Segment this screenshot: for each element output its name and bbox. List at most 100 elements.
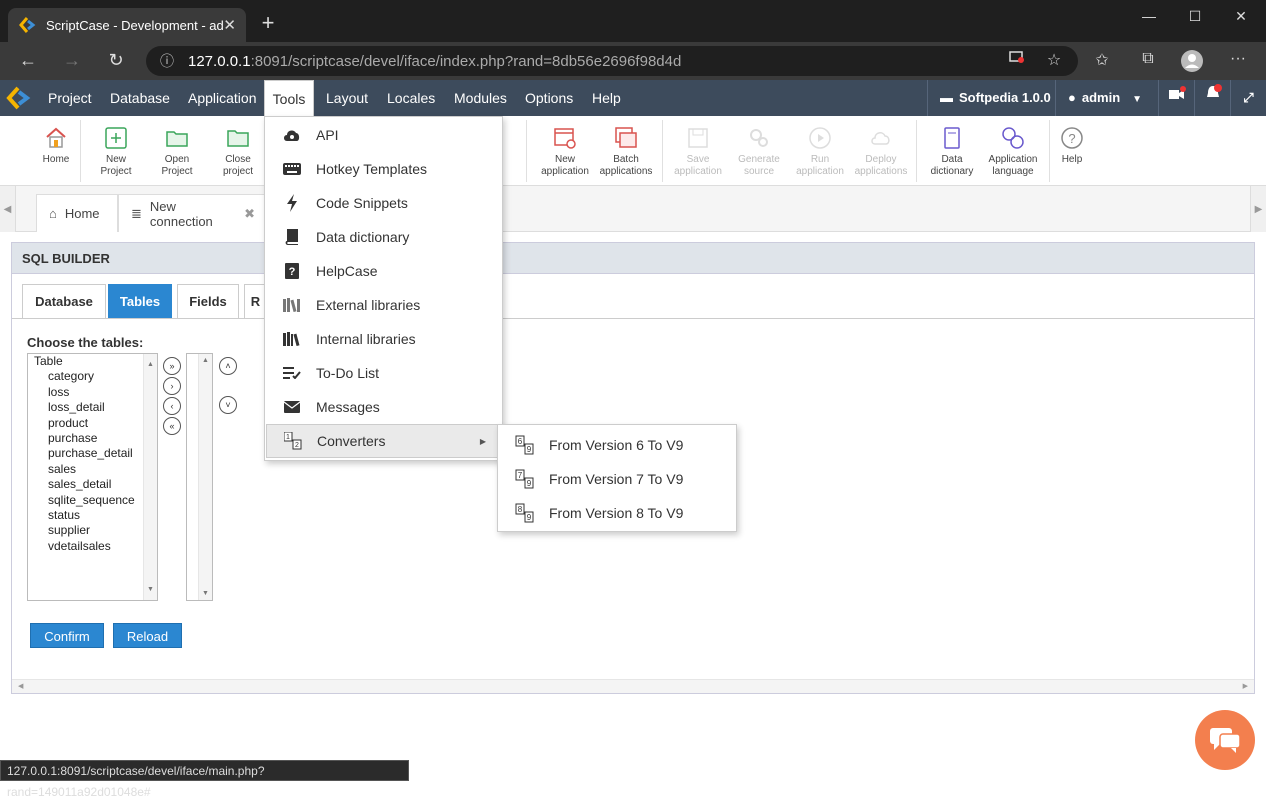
forward-icon[interactable]: → <box>60 50 84 71</box>
project-selector[interactable]: ▬ Softpedia 1.0.0 <box>927 80 1055 116</box>
menu-help[interactable]: Help <box>592 80 621 116</box>
menu-item-external-libraries[interactable]: External libraries <box>265 288 502 322</box>
list-item[interactable]: sqlite_sequence <box>28 493 157 508</box>
tab-home-label: Home <box>64 206 100 221</box>
batch-applications-button[interactable]: Batch applications <box>596 124 656 178</box>
submenu-item-v6-to-v9[interactable]: 69 From Version 6 To V9 <box>498 428 736 462</box>
confirm-button[interactable]: Confirm <box>30 623 104 648</box>
data-dictionary-button[interactable]: Data dictionary <box>922 124 982 178</box>
menu-project[interactable]: Project <box>48 80 92 116</box>
close-tab-icon[interactable]: ✖ <box>244 206 255 222</box>
tab-relationships[interactable]: R <box>244 284 266 319</box>
scriptcase-logo-icon[interactable] <box>6 86 32 110</box>
save-application-button[interactable]: Save application <box>668 124 728 178</box>
camera-blocked-icon[interactable] <box>1005 50 1029 69</box>
menu-item-hotkey-templates[interactable]: Hotkey Templates <box>265 152 502 186</box>
choose-tables-label: Choose the tables: <box>27 335 144 350</box>
list-item[interactable]: purchase <box>28 431 157 446</box>
fullscreen-icon[interactable]: ⤢ <box>1230 80 1266 116</box>
chat-button[interactable] <box>1195 710 1255 770</box>
scroll-right-icon[interactable]: ▶ <box>1250 186 1266 232</box>
version-convert-icon: 79 <box>515 469 534 489</box>
more-options-icon[interactable]: ··· <box>1226 50 1250 68</box>
close-tab-icon[interactable]: ✕ <box>223 16 236 34</box>
available-tables-list[interactable]: Table category loss loss_detail product … <box>27 353 158 601</box>
new-tab-icon[interactable]: + <box>256 10 280 36</box>
tab-new-connection[interactable]: ≣ New connection ✖ <box>118 194 268 232</box>
menu-item-todo-list[interactable]: To-Do List <box>265 356 502 390</box>
selected-tables-list[interactable]: ▲ ▼ <box>186 353 213 601</box>
menu-locales[interactable]: Locales <box>387 80 435 116</box>
browser-tab[interactable]: ScriptCase - Development - adm ✕ <box>8 8 246 42</box>
svg-text:7: 7 <box>518 471 523 480</box>
new-project-button[interactable]: New Project <box>86 124 146 178</box>
new-application-button[interactable]: New application <box>535 124 595 178</box>
move-left-icon[interactable]: ‹ <box>163 397 181 415</box>
menu-options[interactable]: Options <box>525 80 573 116</box>
list-item[interactable]: vdetailsales <box>28 539 157 554</box>
move-up-icon[interactable]: ˄ <box>219 357 237 375</box>
list-item[interactable]: purchase_detail <box>28 446 157 461</box>
minimize-icon[interactable]: — <box>1126 0 1172 32</box>
move-all-right-icon[interactable]: » <box>163 357 181 375</box>
scroll-left-icon[interactable]: ◀ <box>0 186 16 232</box>
list-item[interactable]: sales <box>28 462 157 477</box>
move-right-icon[interactable]: › <box>163 377 181 395</box>
move-all-left-icon[interactable]: « <box>163 417 181 435</box>
app-tab-strip: ◀ ▶ ⌂ Home ≣ New connection ✖ <box>0 186 1266 232</box>
back-icon[interactable]: ← <box>16 50 40 71</box>
tab-database[interactable]: Database <box>22 284 106 319</box>
menu-item-helpcase[interactable]: ? HelpCase <box>265 254 502 288</box>
menu-application[interactable]: Application <box>188 80 257 116</box>
list-item[interactable]: product <box>28 416 157 431</box>
collections-icon[interactable]: ⧉ <box>1136 50 1160 68</box>
reload-button[interactable]: Reload <box>113 623 182 648</box>
menu-item-api[interactable]: API <box>265 118 502 152</box>
close-project-button[interactable]: Close project <box>208 124 268 178</box>
maximize-icon[interactable]: ☐ <box>1172 0 1218 32</box>
menu-modules[interactable]: Modules <box>454 80 507 116</box>
list-item[interactable]: status <box>28 508 157 523</box>
list-scrollbar[interactable]: ▲ ▼ <box>198 354 212 600</box>
video-icon[interactable] <box>1158 80 1194 116</box>
menu-item-messages[interactable]: Messages <box>265 390 502 424</box>
profile-avatar[interactable] <box>1180 50 1204 77</box>
menu-item-code-snippets[interactable]: Code Snippets <box>265 186 502 220</box>
generate-source-button[interactable]: Generate source <box>729 124 789 178</box>
menu-item-converters[interactable]: 12 Converters ▶ <box>266 424 501 458</box>
favorites-icon[interactable]: ✩ <box>1090 50 1114 70</box>
tab-home[interactable]: ⌂ Home <box>36 194 118 232</box>
list-scrollbar[interactable]: ▲ ▼ <box>143 354 157 600</box>
close-window-icon[interactable]: ✕ <box>1218 0 1264 32</box>
menu-layout[interactable]: Layout <box>326 80 368 116</box>
move-down-icon[interactable]: ˅ <box>219 396 237 414</box>
reload-icon[interactable]: ↻ <box>104 50 128 71</box>
menu-item-data-dictionary[interactable]: Data dictionary <box>265 220 502 254</box>
list-item[interactable]: category <box>28 369 157 384</box>
favorite-star-icon[interactable]: ☆ <box>1042 50 1066 70</box>
deploy-applications-button[interactable]: Deploy applications <box>851 124 911 178</box>
run-application-button[interactable]: Run application <box>790 124 850 178</box>
list-item[interactable]: loss_detail <box>28 400 157 415</box>
user-menu[interactable]: ● admin ▼ <box>1055 80 1158 116</box>
submenu-item-v7-to-v9[interactable]: 79 From Version 7 To V9 <box>498 462 736 496</box>
site-info-icon[interactable]: ⓘ <box>160 51 174 71</box>
open-project-button[interactable]: Open Project <box>147 124 207 178</box>
url-field[interactable]: ⓘ 127.0.0.1:8091/scriptcase/devel/iface/… <box>146 46 1078 76</box>
save-icon <box>688 128 708 148</box>
home-button[interactable]: Home <box>26 124 86 166</box>
help-button[interactable]: ? Help <box>1042 124 1102 166</box>
menu-tools[interactable]: Tools <box>264 80 314 116</box>
list-item[interactable]: supplier <box>28 523 157 538</box>
list-item[interactable]: loss <box>28 385 157 400</box>
menu-database[interactable]: Database <box>110 80 170 116</box>
submenu-item-v8-to-v9[interactable]: 89 From Version 8 To V9 <box>498 496 736 530</box>
svg-text:9: 9 <box>527 445 532 454</box>
panel-horizontal-scrollbar[interactable]: ◀ ▶ <box>12 679 1254 693</box>
tab-tables[interactable]: Tables <box>108 284 172 319</box>
list-item[interactable]: sales_detail <box>28 477 157 492</box>
menu-item-internal-libraries[interactable]: Internal libraries <box>265 322 502 356</box>
notifications-bell-icon[interactable] <box>1194 80 1230 116</box>
tab-fields[interactable]: Fields <box>177 284 239 319</box>
application-language-button[interactable]: Application language <box>983 124 1043 178</box>
